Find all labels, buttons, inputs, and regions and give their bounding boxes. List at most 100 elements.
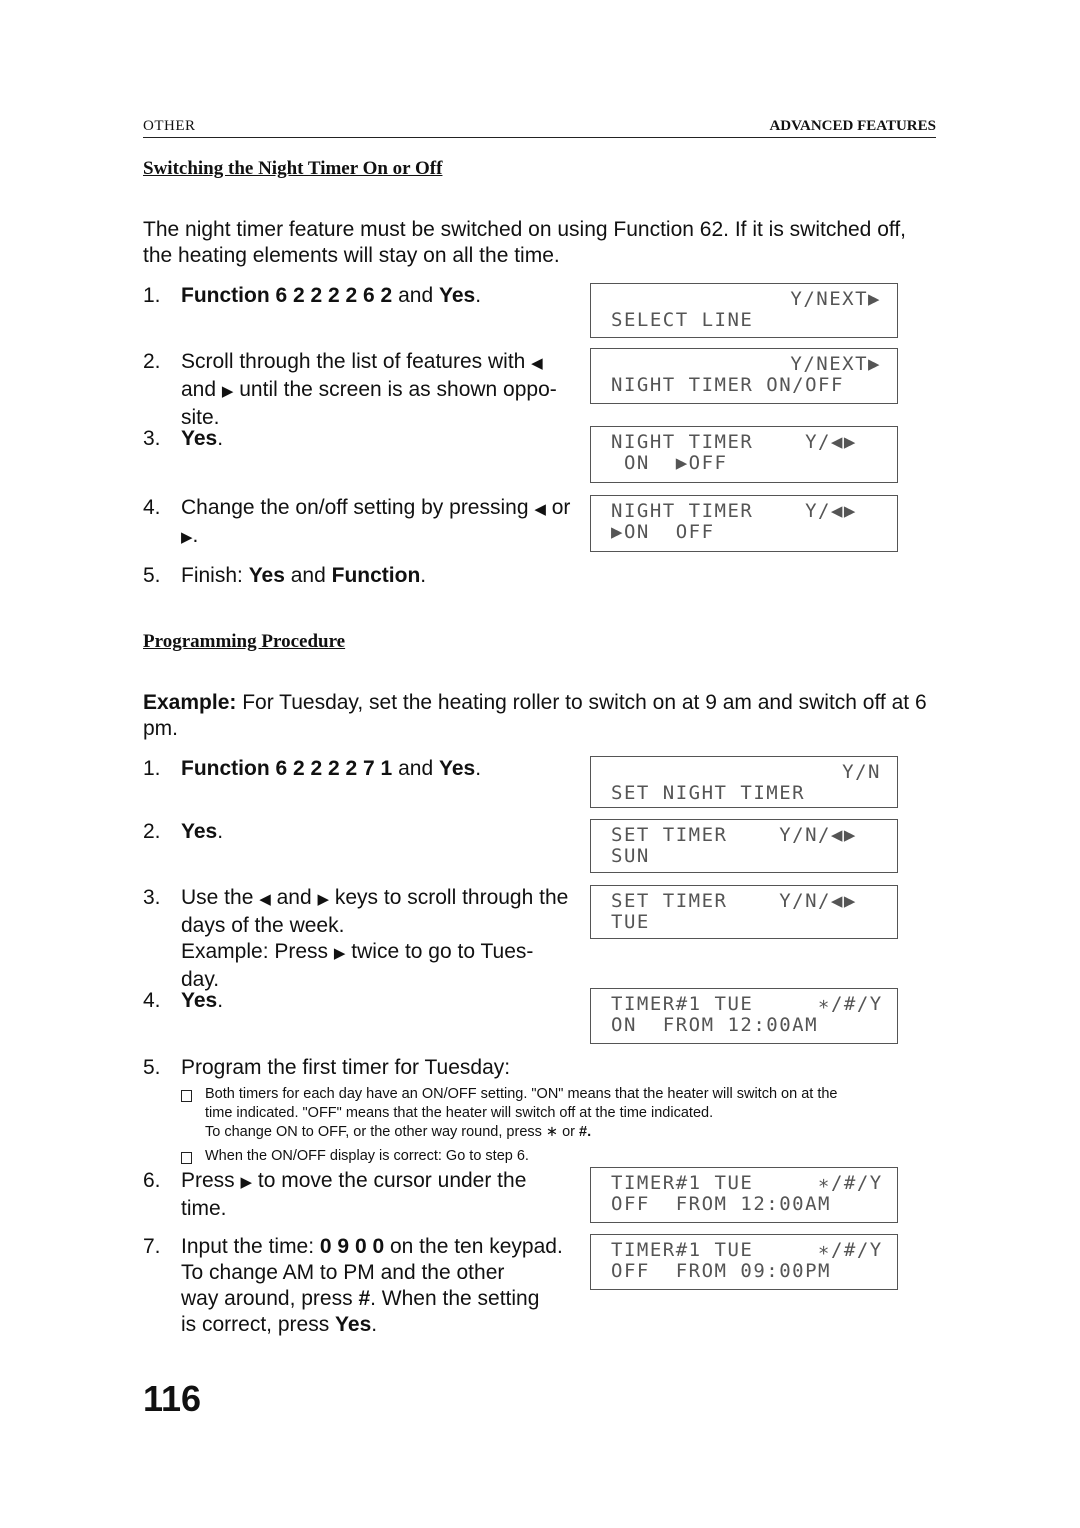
right-arrow-icon: ▶ (333, 945, 346, 962)
text-segment: . (475, 757, 482, 780)
text-segment: # (358, 1287, 371, 1310)
section-intro: The night timer feature must be switched… (143, 218, 906, 267)
lcd-line-2: NIGHT TIMER ON/OFF (611, 374, 844, 396)
lcd-line-2: OFF FROM 12:00AM (611, 1193, 831, 1215)
left-arrow-icon: ◀ (534, 501, 546, 518)
text-line: Example: Press ▶ twice to go to Tues- (181, 939, 568, 967)
right-arrow-icon: ▶ (317, 891, 330, 908)
step-number: 6. (143, 1169, 161, 1192)
text-segment: Yes (181, 989, 218, 1012)
lcd-display: Y/NEXT▶ SELECT LINE (590, 283, 898, 338)
text-segment: . (217, 989, 224, 1012)
text-line: day. (181, 967, 568, 993)
text-segment: Yes (438, 284, 476, 307)
text-segment: Change the on/off setting by pressing (181, 496, 535, 519)
text-segment: #. (579, 1124, 592, 1140)
text-line: Both timers for each day have an ON/OFF … (205, 1085, 837, 1104)
text-segment: and (181, 378, 222, 401)
step-text: Scroll through the list of features with… (181, 349, 557, 431)
lcd-line-2: TUE (611, 911, 650, 933)
lcd-line-2: ON ▶OFF (611, 452, 728, 474)
right-arrow-icon: ▶ (240, 1174, 253, 1191)
lcd-display: SET TIMER Y/N/◀▶ SUN (590, 819, 898, 873)
step-text: Yes. (181, 426, 223, 452)
step-text: Function 6 2 2 2 2 6 2 and Yes. (181, 283, 481, 309)
note-1: Both timers for each day have an ON/OFF … (181, 1085, 837, 1142)
text-segment: to move the cursor under the (252, 1169, 527, 1192)
text-segment: . (217, 820, 224, 843)
text-segment: . (475, 284, 482, 307)
text-segment: 0 9 0 0 (319, 1235, 385, 1258)
text-segment: . When the setting (370, 1287, 540, 1310)
step-text: Yes. (181, 988, 223, 1014)
text-segment: Function 6 2 2 2 2 7 1 (181, 757, 393, 780)
lcd-line-2: SET NIGHT TIMER (611, 782, 806, 804)
lcd-display: SET TIMER Y/N/◀▶ TUE (590, 885, 898, 939)
text-segment: Press (181, 1169, 241, 1192)
text-line: To change ON to OFF, or the other way ro… (205, 1123, 837, 1142)
text-segment: until the screen is as shown oppo- (233, 378, 557, 401)
text-line: and ▶ until the screen is as shown oppo- (181, 377, 557, 405)
text-segment: Finish: (181, 564, 249, 587)
text-line: ▶. (181, 523, 570, 551)
text-line: Finish: Yes and Function. (181, 563, 426, 589)
text-segment: is correct, press (181, 1313, 336, 1336)
text-line: Yes. (181, 988, 223, 1014)
lcd-line-1: SET TIMER Y/N/◀▶ (611, 824, 857, 846)
text-segment: way around, press (181, 1287, 359, 1310)
lcd-line-1: SET TIMER Y/N/◀▶ (611, 890, 857, 912)
lcd-line-2: SUN (611, 845, 650, 867)
text-line: Yes. (181, 819, 223, 845)
text-line: time. (181, 1196, 526, 1222)
text-segment: and (392, 284, 439, 307)
left-arrow-icon: ◀ (259, 891, 271, 908)
lcd-line-1: TIMER#1 TUE ∗/#/Y (611, 1239, 883, 1261)
example-intro: Example: For Tuesday, set the heating ro… (143, 690, 933, 742)
text-segment: Input the time: (181, 1235, 320, 1258)
step-number: 2. (143, 820, 161, 843)
text-line: Scroll through the list of features with… (181, 349, 557, 377)
text-segment: . (420, 564, 427, 587)
step-text: Change the on/off setting by pressing ◀ … (181, 495, 570, 551)
text-segment: Function 6 2 2 2 2 6 2 (181, 284, 393, 307)
note-text: Both timers for each day have an ON/OFF … (205, 1085, 837, 1142)
text-segment: twice to go to Tues- (345, 940, 534, 963)
text-segment: keys to scroll through the (329, 886, 569, 909)
lcd-line-1: TIMER#1 TUE ∗/#/Y (611, 1172, 883, 1194)
text-segment: on the ten keypad. (384, 1235, 563, 1258)
text-segment: days of the week. (181, 914, 345, 937)
lcd-line-2: SELECT LINE (611, 309, 754, 331)
lcd-line-1: TIMER#1 TUE ∗/#/Y (611, 993, 883, 1015)
left-arrow-icon: ◀ (531, 355, 543, 372)
text-line: Use the ◀ and ▶ keys to scroll through t… (181, 885, 568, 913)
header-chapter: ADVANCED FEATURES (769, 118, 936, 134)
text-segment: To change ON to OFF, or the other way ro… (205, 1124, 580, 1140)
text-segment: time indicated. "OFF" means that the hea… (205, 1105, 714, 1121)
text-line: Press ▶ to move the cursor under the (181, 1168, 526, 1196)
text-segment: Scroll through the list of features with (181, 350, 532, 373)
step-number: 4. (143, 989, 161, 1012)
step-number: 4. (143, 496, 161, 519)
note-2: When the ON/OFF display is correct: Go t… (181, 1147, 529, 1166)
lcd-line-2: OFF FROM 09:00PM (611, 1260, 831, 1282)
step-text: Finish: Yes and Function. (181, 563, 426, 589)
step-number: 3. (143, 427, 161, 450)
text-segment: Function (331, 564, 421, 587)
text-segment: or (545, 496, 571, 519)
text-line: Input the time: 0 9 0 0 on the ten keypa… (181, 1234, 563, 1260)
step-number: 2. (143, 350, 161, 373)
text-line: site. (181, 405, 557, 431)
right-arrow-icon: ▶ (221, 383, 234, 400)
step-text: Press ▶ to move the cursor under the time… (181, 1168, 526, 1222)
step-number: 3. (143, 886, 161, 909)
text-line: To change AM to PM and the other (181, 1260, 563, 1286)
text-segment: Yes (248, 564, 285, 587)
text-segment: Example: Press (181, 940, 334, 963)
checkbox-bullet-icon (181, 1152, 192, 1164)
lcd-line-1: Y/NEXT▶ (790, 288, 881, 310)
text-segment: Both timers for each day have an ON/OFF … (205, 1086, 838, 1102)
lcd-display: TIMER#1 TUE ∗/#/Y ON FROM 12:00AM (590, 988, 898, 1044)
step-number: 5. (143, 564, 161, 587)
page-number: 116 (143, 1378, 202, 1419)
text-segment: time. (181, 1197, 227, 1220)
